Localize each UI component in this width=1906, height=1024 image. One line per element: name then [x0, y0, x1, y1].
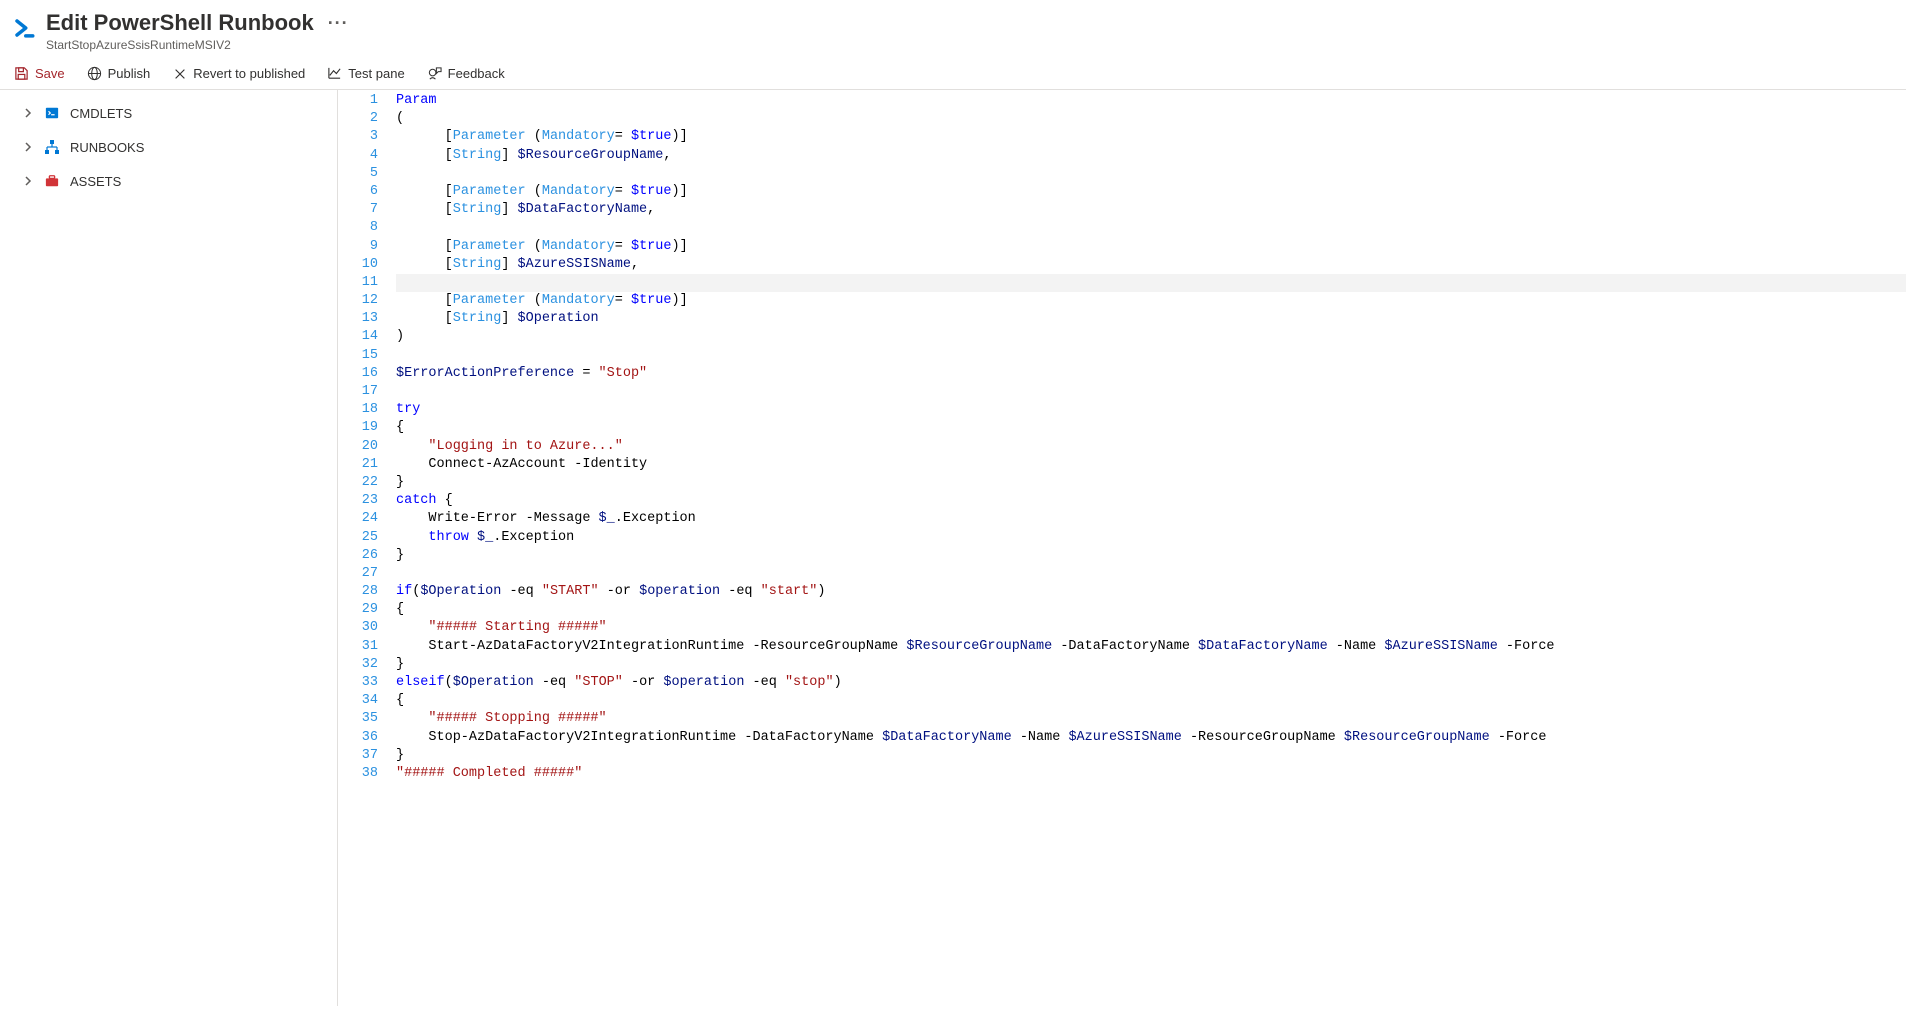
code-line[interactable]: Connect-AzAccount -Identity — [396, 456, 1906, 474]
line-gutter: 1234567891011121314151617181920212223242… — [338, 92, 396, 1006]
code-line[interactable]: Write-Error -Message $_.Exception — [396, 510, 1906, 528]
code-line[interactable]: [String] $AzureSSISName, — [396, 256, 1906, 274]
code-line[interactable]: Start-AzDataFactoryV2IntegrationRuntime … — [396, 638, 1906, 656]
chevron-right-icon — [22, 175, 34, 187]
code-line[interactable] — [396, 274, 1906, 292]
code-line[interactable] — [396, 165, 1906, 183]
code-line[interactable]: $ErrorActionPreference = "Stop" — [396, 365, 1906, 383]
publish-button[interactable]: Publish — [87, 66, 151, 81]
code-line[interactable]: { — [396, 601, 1906, 619]
code-line[interactable]: } — [396, 747, 1906, 765]
code-line[interactable]: "##### Stopping #####" — [396, 710, 1906, 728]
code-editor[interactable]: 1234567891011121314151617181920212223242… — [338, 90, 1906, 1006]
globe-icon — [87, 66, 102, 81]
code-line[interactable] — [396, 565, 1906, 583]
assets-icon — [44, 173, 60, 189]
code-line[interactable]: ( — [396, 110, 1906, 128]
code-line[interactable]: [Parameter (Mandatory= $true)] — [396, 128, 1906, 146]
code-line[interactable]: "##### Starting #####" — [396, 619, 1906, 637]
code-line[interactable]: { — [396, 419, 1906, 437]
cmdlets-icon — [44, 105, 60, 121]
sidebar-item-label: CMDLETS — [70, 106, 132, 121]
page-subtitle: StartStopAzureSsisRuntimeMSIV2 — [46, 38, 349, 52]
code-line[interactable]: { — [396, 692, 1906, 710]
code-line[interactable]: } — [396, 656, 1906, 674]
revert-label: Revert to published — [193, 66, 305, 81]
code-line[interactable]: [Parameter (Mandatory= $true)] — [396, 292, 1906, 310]
code-line[interactable]: throw $_.Exception — [396, 529, 1906, 547]
powershell-icon — [10, 14, 38, 42]
chevron-right-icon — [22, 107, 34, 119]
code-line[interactable]: [Parameter (Mandatory= $true)] — [396, 183, 1906, 201]
code-area[interactable]: Param( [Parameter (Mandatory= $true)] [S… — [396, 92, 1906, 1006]
sidebar: CMDLETS RUNBOOKS — [0, 90, 338, 1006]
chevron-right-icon — [22, 141, 34, 153]
sidebar-item-label: ASSETS — [70, 174, 121, 189]
feedback-button[interactable]: Feedback — [427, 66, 505, 81]
test-pane-button[interactable]: Test pane — [327, 66, 404, 81]
publish-label: Publish — [108, 66, 151, 81]
sidebar-item-cmdlets[interactable]: CMDLETS — [0, 96, 337, 130]
code-line[interactable]: } — [396, 474, 1906, 492]
code-line[interactable] — [396, 347, 1906, 365]
code-line[interactable] — [396, 383, 1906, 401]
code-line[interactable]: [String] $ResourceGroupName, — [396, 147, 1906, 165]
feedback-icon — [427, 66, 442, 81]
save-button[interactable]: Save — [14, 66, 65, 81]
main-area: CMDLETS RUNBOOKS — [0, 90, 1906, 1006]
page-header: Edit PowerShell Runbook ··· StartStopAzu… — [0, 0, 1906, 58]
code-line[interactable]: "##### Completed #####" — [396, 765, 1906, 783]
sidebar-item-runbooks[interactable]: RUNBOOKS — [0, 130, 337, 164]
page-title-text: Edit PowerShell Runbook — [46, 10, 314, 36]
sidebar-item-label: RUNBOOKS — [70, 140, 144, 155]
chart-icon — [327, 66, 342, 81]
page-title: Edit PowerShell Runbook ··· — [46, 10, 349, 36]
runbooks-icon — [44, 139, 60, 155]
sidebar-item-assets[interactable]: ASSETS — [0, 164, 337, 198]
code-line[interactable]: try — [396, 401, 1906, 419]
code-line[interactable]: if($Operation -eq "START" -or $operation… — [396, 583, 1906, 601]
code-line[interactable]: } — [396, 547, 1906, 565]
save-icon — [14, 66, 29, 81]
code-line[interactable] — [396, 219, 1906, 237]
code-line[interactable]: catch { — [396, 492, 1906, 510]
close-icon — [172, 66, 187, 81]
toolbar: Save Publish Revert to published — [0, 58, 1906, 90]
feedback-label: Feedback — [448, 66, 505, 81]
save-label: Save — [35, 66, 65, 81]
revert-button[interactable]: Revert to published — [172, 66, 305, 81]
code-line[interactable]: elseif($Operation -eq "STOP" -or $operat… — [396, 674, 1906, 692]
code-line[interactable]: [String] $Operation — [396, 310, 1906, 328]
code-line[interactable]: ) — [396, 328, 1906, 346]
code-line[interactable]: Param — [396, 92, 1906, 110]
code-line[interactable]: "Logging in to Azure..." — [396, 438, 1906, 456]
code-line[interactable]: [Parameter (Mandatory= $true)] — [396, 238, 1906, 256]
code-line[interactable]: [String] $DataFactoryName, — [396, 201, 1906, 219]
more-icon[interactable]: ··· — [328, 13, 349, 34]
test-pane-label: Test pane — [348, 66, 404, 81]
code-line[interactable]: Stop-AzDataFactoryV2IntegrationRuntime -… — [396, 729, 1906, 747]
